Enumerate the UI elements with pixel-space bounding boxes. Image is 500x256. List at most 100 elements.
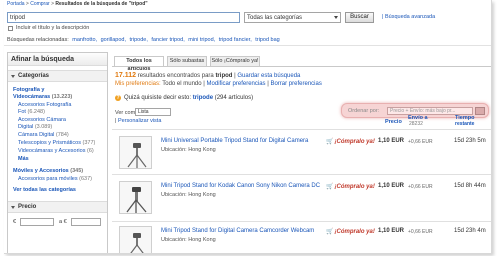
view-select[interactable]: Lista [135,108,171,116]
category-count: (377) [82,140,96,146]
category-select[interactable]: Todas las categorías [244,12,341,23]
row-divider [112,221,491,222]
item-location: Ubicación: Hong Kong [161,237,216,243]
cart-icon: 🛒 [326,229,334,235]
price-to-label: a € [59,219,67,225]
chevron-down-icon [334,16,338,19]
related-search-link[interactable]: manfrotto, [72,37,97,43]
category-label: Digital [18,124,34,130]
sidebar-category-link[interactable]: Fot (6.248) [18,109,45,115]
item-time-left: 15d 23h 5m [454,138,486,144]
item-time-left: 15d 8h 44m [454,183,486,189]
view-links: | Personalizar vista [115,118,162,124]
results-count: 17.112 [115,72,137,79]
related-search-link[interactable]: tripode, [130,37,148,43]
preferences-value: Todo el mundo [162,81,202,87]
category-label: Fot [18,109,26,115]
breadcrumb-home[interactable]: Portada [7,1,25,7]
question-icon: ? [115,95,121,101]
category-label: Videocámaras y Accesorios [18,148,86,154]
item-time-left: 15d 23h 4m [454,228,486,234]
buy-now-badge: 🛒¡Cómpralo ya! [326,138,375,145]
customize-view-link[interactable]: Personalizar vista [118,118,161,124]
sidebar-category-link[interactable]: Videocámaras (13.223) [13,94,72,100]
item-thumbnail[interactable] [119,226,152,253]
item-thumbnail[interactable] [119,136,152,169]
related-search-link[interactable]: mini tripod, [188,37,215,43]
include-description-label: Incluir el título y la descripción [16,25,90,31]
category-label: Cámara Digital [18,132,55,138]
category-label: Accesorios Fotografía [18,102,72,108]
item-shipping: +0,66 EUR [408,184,433,190]
related-searches: Búsquedas relacionadas: manfrotto, goril… [7,37,280,43]
search-button[interactable]: Buscar [345,12,374,23]
page: Portada > Comprar > Resultados de la bús… [4,0,492,254]
sidebar-category-link[interactable]: Videocámaras y Accesorios (6) [18,148,94,154]
category-label: Fotografía y [13,87,45,93]
suggestion-link[interactable]: tripode [193,95,213,101]
related-search-link[interactable]: tripod fancier, [219,37,252,43]
results-query: tripod [215,73,233,79]
categories-header-label: Categorías [18,73,50,79]
category-count: (345) [70,168,84,174]
categories-header[interactable]: Categorías [8,70,107,82]
save-search-link[interactable]: Guardar esta búsqueda [237,73,300,79]
related-search-link[interactable]: fancier tripod, [151,37,184,43]
advanced-search-link[interactable]: | Búsqueda avanzada [382,14,435,20]
sidebar-category-link[interactable]: Móviles y Accesorios (345) [13,168,83,174]
category-label: Accesorios para móviles [18,176,78,182]
results-text: resultados encontrados para [137,73,214,79]
all-categories-link[interactable]: Ver todas las categorías [13,187,76,193]
item-thumbnail[interactable] [119,181,152,214]
cart-icon: 🛒 [326,139,334,145]
search-input[interactable]: tripod [7,12,240,23]
related-search-link[interactable]: tripod bag [255,37,279,43]
breadcrumb-buy[interactable]: Comprar [30,1,49,7]
item-title-link[interactable]: Mini Universal Portable Tripod Stand for… [161,138,308,144]
sort-select[interactable]: Precio + Envío: más bajo pr... [387,107,473,115]
cart-icon: 🛒 [326,184,334,190]
suggestion-count: (294 artículos) [214,95,254,101]
tab-auctions[interactable]: Sólo subastas [167,56,207,66]
sidebar-category-link[interactable]: Fotografía y [13,87,44,93]
category-select-value: Todas las categorías [247,15,303,21]
sidebar-category-link[interactable]: Accesorios Cámara [18,117,66,123]
price-max-input[interactable] [71,218,101,226]
column-time-sub: restante [455,121,475,127]
item-price: 1,10 EUR [378,138,405,144]
include-description-checkbox[interactable] [8,26,13,31]
tripod-image-icon [126,187,147,213]
results-summary: 17.112 resultados encontrados para tripo… [115,72,301,79]
preferences-line: Mis preferencias: Todo el mundo | Modifi… [115,81,322,87]
item-title-link[interactable]: Mini Tripod Stand for Kodak Canon Sony N… [161,183,320,189]
preferences-label: Mis preferencias: [115,81,161,87]
tab-buy-now[interactable]: Sólo ¡Cómpralo ya! [210,56,260,66]
item-price: 1,10 EUR [378,228,405,234]
sort-go-button[interactable] [475,107,485,115]
price-header[interactable]: Precio [8,201,107,213]
advanced-search-label: Búsqueda avanzada [384,14,436,20]
sidebar-category-link[interactable]: Telescopios y Prismáticos (377) [18,140,95,146]
related-search-link[interactable]: gorillapod, [101,37,126,43]
sidebar-category-link[interactable]: Cámara Digital (784) [18,132,69,138]
sidebar-category-link[interactable]: Digital (3.089) [18,124,52,130]
modify-preferences-link[interactable]: Modificar preferencias [207,81,266,87]
item-location: Ubicación: Hong Kong [161,192,216,198]
row-divider [112,174,491,175]
breadcrumb-sep: > [25,1,29,7]
price-min-input[interactable] [20,218,54,226]
column-price[interactable]: Precio [385,119,402,125]
sidebar-category-link[interactable]: Accesorios para móviles (637) [18,176,92,182]
suggestion-line: Quizá quisiste decir esto: tripode (294 … [124,95,253,101]
delete-preferences-link[interactable]: Borrar preferencias [270,81,321,87]
item-title-link[interactable]: Mini Tripod Stand for Digital Camera Cam… [161,228,314,234]
buy-now-label: ¡Cómpralo ya! [334,229,375,235]
sidebar-category-link[interactable]: Accesorios Fotografía [18,102,72,108]
price-header-label: Precio [18,204,37,210]
category-count: (6.248) [27,109,45,115]
suggestion-text: Quizá quisiste decir esto: [124,95,192,101]
sidebar-more-link[interactable]: Más [18,156,29,162]
buy-now-badge: 🛒¡Cómpralo ya! [326,183,375,190]
related-searches-label: Búsquedas relacionadas: [7,37,69,43]
tab-divider [112,66,491,67]
